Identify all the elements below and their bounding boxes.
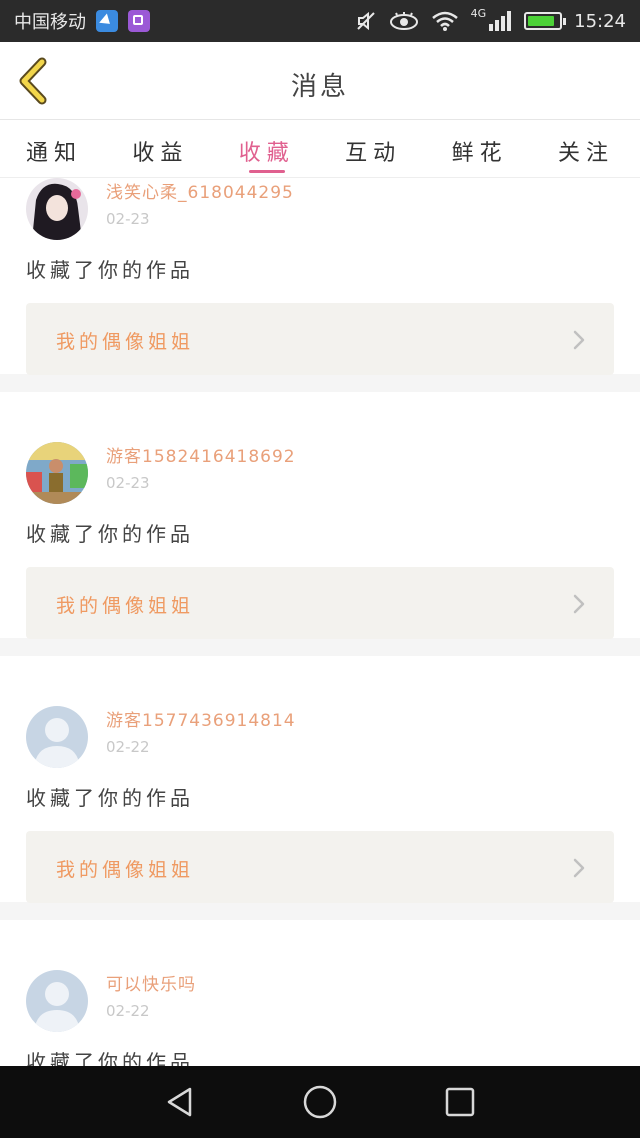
work-title: 我的偶像姐姐	[56, 859, 195, 881]
message-card[interactable]: 可以快乐吗 02-22 收藏了你的作品	[0, 920, 640, 1066]
message-date: 02-22	[106, 738, 150, 756]
work-link[interactable]: 我的偶像姐姐	[26, 303, 614, 375]
status-right: 4G 15:24	[355, 6, 626, 32]
action-text: 收藏了你的作品	[26, 786, 194, 810]
tab-2[interactable]: 收藏	[239, 120, 295, 177]
action-text: 收藏了你的作品	[26, 522, 194, 546]
message-list-inner: 浅笑心柔_618044295 02-23 收藏了你的作品 我的偶像姐姐 游客158241…	[0, 178, 640, 1066]
chevron-right-icon	[573, 594, 585, 614]
tab-3[interactable]: 互动	[345, 120, 401, 177]
chevron-right-icon	[573, 330, 585, 350]
chevron-right-icon	[573, 858, 585, 878]
action-text: 收藏了你的作品	[26, 258, 194, 282]
nav-back-button[interactable]	[150, 1072, 210, 1132]
message-date: 02-23	[106, 474, 150, 492]
tab-label: 收益	[132, 141, 189, 166]
back-triangle-icon	[167, 1087, 192, 1117]
tab-1[interactable]: 收益	[132, 120, 188, 177]
username-link[interactable]: 可以快乐吗	[106, 970, 196, 995]
work-title: 我的偶像姐姐	[56, 331, 195, 353]
message-card[interactable]: 浅笑心柔_618044295 02-23 收藏了你的作品我的偶像姐姐	[0, 178, 640, 375]
username-link[interactable]: 游客1582416418692	[106, 442, 296, 467]
eye-comfort-icon	[389, 12, 418, 30]
tab-label: 关注	[557, 141, 614, 166]
nav-home-button[interactable]	[290, 1072, 350, 1132]
battery-icon	[524, 12, 567, 30]
message-card[interactable]: 游客1577436914814 02-22 收藏了你的作品我的偶像姐姐	[0, 656, 640, 903]
nav-recents-button[interactable]	[430, 1072, 490, 1132]
status-left: 中国移动	[14, 8, 150, 34]
tab-5[interactable]: 关注	[558, 120, 614, 177]
work-link[interactable]: 我的偶像姐姐	[26, 831, 614, 903]
tab-label: 鲜花	[451, 141, 508, 166]
message-date: 02-22	[106, 1002, 150, 1020]
wifi-icon	[431, 11, 458, 31]
home-circle-icon	[303, 1085, 337, 1119]
page-title: 消息	[290, 72, 349, 102]
action-text: 收藏了你的作品	[26, 1050, 194, 1066]
tab-label: 收藏	[238, 141, 295, 166]
battery-level	[528, 16, 554, 26]
avatar[interactable]	[26, 442, 88, 504]
username-link[interactable]: 游客1577436914814	[106, 706, 296, 731]
tab-label: 互动	[345, 141, 402, 166]
tab-label: 通知	[26, 141, 83, 166]
header: 消息	[0, 42, 640, 120]
username-link[interactable]: 浅笑心柔_618044295	[106, 178, 294, 203]
signal-icon	[489, 11, 512, 31]
tab-0[interactable]: 通知	[26, 120, 82, 177]
carrier-label: 中国移动	[14, 12, 86, 33]
work-title: 我的偶像姐姐	[56, 595, 195, 617]
system-nav-bar	[0, 1066, 640, 1138]
message-date: 02-23	[106, 210, 150, 228]
recents-square-icon	[445, 1087, 475, 1117]
notification-app-icon	[96, 10, 118, 32]
gallery-app-icon	[128, 10, 150, 32]
active-tab-indicator	[248, 170, 285, 173]
tab-4[interactable]: 鲜花	[452, 120, 508, 177]
clock: 15:24	[574, 10, 626, 32]
avatar[interactable]	[26, 178, 88, 240]
work-link[interactable]: 我的偶像姐姐	[26, 567, 614, 639]
mute-icon	[356, 11, 375, 31]
tab-bar: 通知 收益 收藏 互动 鲜花 关注	[0, 120, 640, 178]
avatar[interactable]	[26, 970, 88, 1032]
network-type-label: 4G	[470, 6, 487, 20]
status-bar: 中国移动 4G 15:24	[0, 0, 640, 42]
message-list[interactable]: 浅笑心柔_618044295 02-23 收藏了你的作品 我的偶像姐姐 游客158241…	[0, 178, 640, 1066]
avatar[interactable]	[26, 706, 88, 768]
message-card[interactable]: 游客1582416418692 02-23 收藏了你的作品我的偶像姐姐	[0, 392, 640, 639]
